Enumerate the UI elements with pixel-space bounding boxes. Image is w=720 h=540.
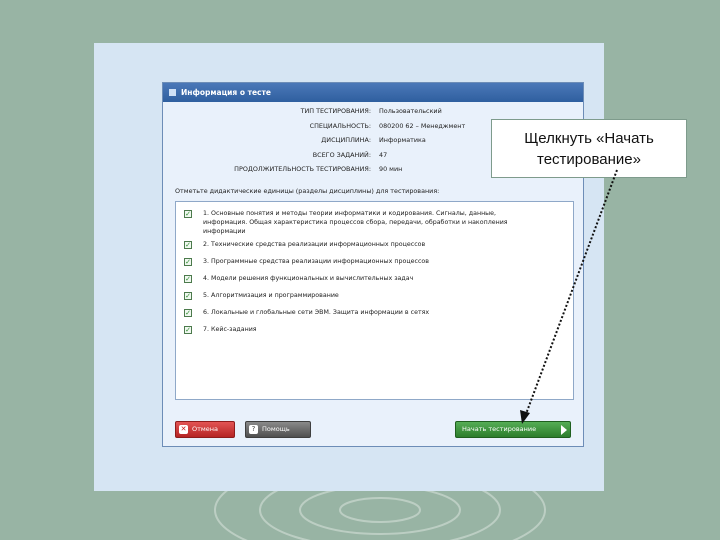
cancel-button[interactable]: ✕ Отмена [175, 421, 235, 438]
help-button-label: Помощь [262, 425, 290, 433]
unit-label: 5. Алгоритмизация и программирование [203, 292, 339, 299]
help-button[interactable]: ? Помощь [245, 421, 311, 438]
question-icon: ? [249, 425, 258, 434]
info-key: Всего заданий: [312, 150, 371, 159]
info-key: Продолжительность тестирования: [234, 165, 371, 173]
cancel-button-label: Отмена [192, 425, 219, 433]
units-prompt: Отметьте дидактические единицы (разделы … [175, 187, 440, 195]
info-key: Специальность: [309, 121, 371, 130]
units-list: ✓ 1. Основные понятия и методы теории ин… [175, 201, 574, 400]
callout-text: Щелкнуть «Начать тестирование» [524, 130, 654, 168]
window-title: Информация о тесте [181, 88, 271, 97]
unit-label: 1. Основные понятия и методы теории инфо… [203, 210, 508, 235]
window-titlebar: Информация о тесте [163, 83, 583, 102]
info-key: Тип тестирования: [300, 107, 371, 115]
checkbox-checked-icon[interactable]: ✓ [184, 258, 192, 266]
checkbox-checked-icon[interactable]: ✓ [184, 292, 192, 300]
checkbox-checked-icon[interactable]: ✓ [184, 326, 192, 334]
info-key: Дисциплина: [321, 136, 371, 144]
unit-label: 7. Кейс-задания [203, 326, 257, 333]
unit-label: 3. Программные средства реализации инфор… [203, 258, 429, 265]
checkbox-checked-icon[interactable]: ✓ [184, 309, 192, 317]
checkbox-checked-icon[interactable]: ✓ [184, 210, 192, 218]
play-arrow-icon [561, 425, 567, 435]
info-value: Информатика [379, 136, 426, 144]
start-test-button[interactable]: Начать тестирование [455, 421, 571, 438]
info-value: Пользовательский [379, 107, 442, 115]
button-bar: ✕ Отмена ? Помощь Начать тестирование [163, 416, 583, 442]
unit-label: 2. Технические средства реализации инфор… [203, 241, 426, 248]
info-value: 90 мин [379, 165, 403, 173]
info-value: 080200 62 – Менеджмент [379, 121, 466, 130]
window-icon [169, 89, 176, 96]
unit-label: 6. Локальные и глобальные сети ЭВМ. Защи… [203, 309, 430, 316]
info-value: 47 [379, 150, 388, 159]
close-icon: ✕ [179, 425, 188, 434]
checkbox-checked-icon[interactable]: ✓ [184, 241, 192, 249]
instruction-callout: Щелкнуть «Начать тестирование» [491, 119, 687, 178]
start-button-label: Начать тестирование [462, 425, 537, 433]
checkbox-checked-icon[interactable]: ✓ [184, 275, 192, 283]
unit-label: 4. Модели решения функциональных и вычис… [203, 275, 414, 282]
